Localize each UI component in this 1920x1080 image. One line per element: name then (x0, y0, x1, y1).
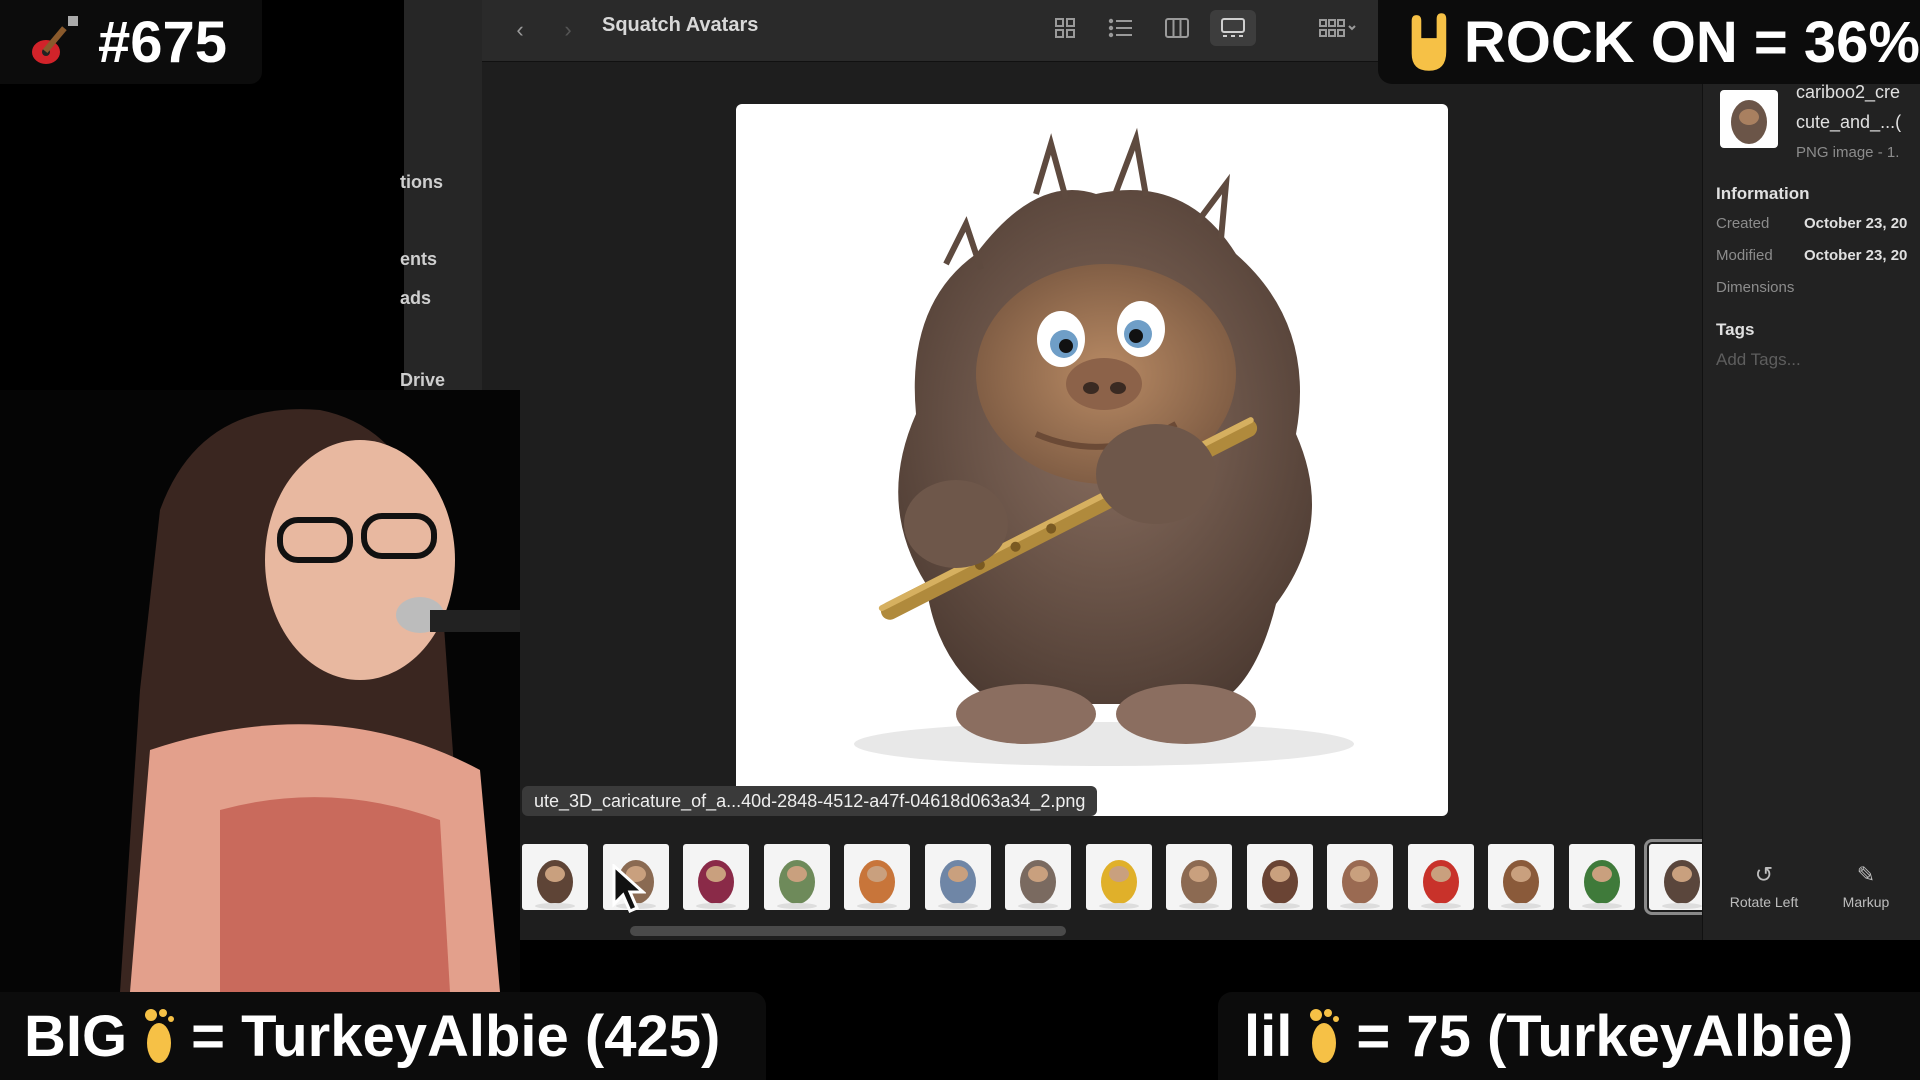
dimensions-label: Dimensions (1716, 279, 1795, 296)
episode-badge: #675 (0, 0, 262, 84)
gallery-icon (1221, 18, 1245, 37)
big-foot-leader: BIG = TurkeyAlbie (425) (0, 992, 766, 1080)
sidebar-item[interactable]: tions (400, 172, 443, 193)
group-menu-button[interactable] (1310, 10, 1366, 46)
big-label: BIG (24, 1003, 128, 1069)
sasquatch-flute-image (854, 127, 1354, 766)
created-label: Created (1716, 215, 1770, 232)
rock-on-badge: ROCK ON = 36% (1378, 0, 1920, 84)
markup-button[interactable]: ✎ Markup (1826, 862, 1906, 910)
sidebar-item[interactable]: ads (400, 288, 431, 309)
chevron-right-icon: › (564, 17, 572, 42)
lil-foot-leader: lil = 75 (TurkeyAlbie) (1218, 992, 1920, 1080)
stream-frame: tions ents ads Drive ‹ › Squatch Avatars (0, 0, 1920, 1080)
group-icon (1319, 19, 1356, 37)
modified-value: October 23, 20 (1804, 247, 1908, 264)
thumbnail[interactable] (1166, 844, 1232, 910)
lil-label: lil (1244, 1003, 1293, 1069)
rotate-left-button[interactable]: ↺ Rotate Left (1720, 862, 1808, 910)
rock-hand-icon (1411, 13, 1447, 71)
sidebar-item[interactable]: Drive (400, 370, 445, 391)
list-icon (1108, 18, 1132, 38)
horizontal-scrollbar[interactable] (630, 926, 1066, 936)
list-view-button[interactable] (1098, 10, 1144, 46)
rotate-left-icon: ↺ (1754, 862, 1774, 887)
rock-on-text: ROCK ON = 36% (1463, 9, 1920, 75)
tags-field[interactable]: Add Tags... (1716, 350, 1801, 370)
thumbnail[interactable] (1407, 844, 1474, 910)
rotate-left-label: Rotate Left (1729, 894, 1799, 910)
modified-label: Modified (1716, 247, 1773, 264)
foot-icon (145, 1009, 175, 1063)
thumbnail[interactable] (844, 844, 910, 910)
lil-foot-text: = 75 (TurkeyAlbie) (1356, 1003, 1854, 1069)
icon-view-button[interactable] (1042, 10, 1088, 46)
thumbnail-strip (522, 836, 1720, 916)
episode-number: #675 (98, 9, 228, 75)
sidebar-item[interactable]: ents (400, 249, 437, 270)
guitar-icon (32, 16, 78, 64)
thumbnail[interactable] (924, 844, 991, 910)
webcam-feed (0, 390, 520, 992)
file-name-line1: cariboo2_cre (1796, 82, 1901, 102)
file-name-line2: cute_and_...( (1796, 112, 1902, 132)
chevron-left-icon: ‹ (516, 17, 524, 42)
created-value: October 23, 20 (1804, 215, 1908, 232)
thumbnail[interactable] (1005, 844, 1071, 910)
thumbnail[interactable] (683, 844, 749, 910)
markup-label: Markup (1842, 894, 1890, 910)
gallery-view-button[interactable] (1210, 10, 1256, 46)
thumbnail[interactable] (1327, 844, 1393, 910)
window-title: Squatch Avatars (602, 14, 759, 36)
thumbnail[interactable] (1568, 844, 1635, 910)
thumbnail[interactable] (763, 844, 830, 910)
forward-button[interactable]: › (554, 12, 582, 48)
columns-icon (1165, 18, 1189, 38)
file-icon (1720, 90, 1778, 148)
thumbnail[interactable] (1246, 844, 1313, 910)
file-kind: PNG image - 1. (1796, 144, 1900, 161)
preview-image[interactable] (736, 104, 1448, 816)
grid-icon (1055, 18, 1075, 38)
big-foot-text: = TurkeyAlbie (425) (191, 1003, 721, 1069)
thumbnail[interactable] (1085, 844, 1152, 910)
back-button[interactable]: ‹ (506, 12, 534, 48)
markup-icon: ✎ (1856, 862, 1876, 887)
foot-icon (1310, 1009, 1340, 1063)
column-view-button[interactable] (1154, 10, 1200, 46)
mouse-cursor (612, 864, 646, 913)
tags-heading: Tags (1716, 320, 1755, 339)
thumbnail[interactable] (1488, 844, 1554, 910)
filename-tooltip: ute_3D_caricature_of_a...40d-2848-4512-a… (522, 786, 1098, 816)
thumbnail[interactable] (522, 844, 588, 910)
information-heading: Information (1716, 184, 1810, 203)
